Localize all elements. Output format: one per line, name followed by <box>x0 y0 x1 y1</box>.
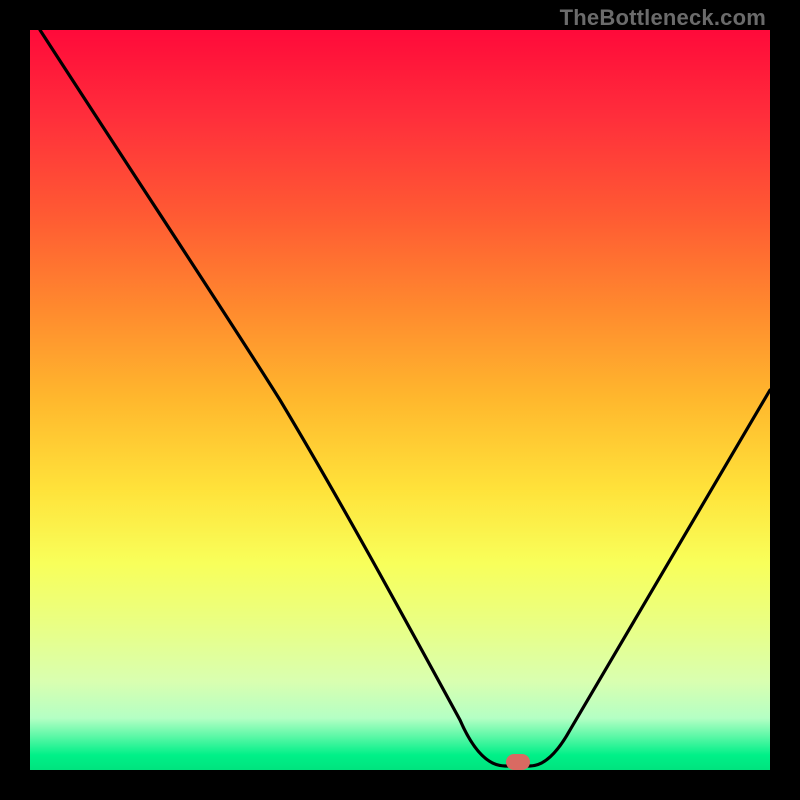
chart-container: TheBottleneck.com <box>0 0 800 800</box>
plot-area <box>30 30 770 770</box>
optimal-point-marker <box>506 754 530 770</box>
bottleneck-curve <box>30 30 770 770</box>
watermark-text: TheBottleneck.com <box>560 5 766 31</box>
